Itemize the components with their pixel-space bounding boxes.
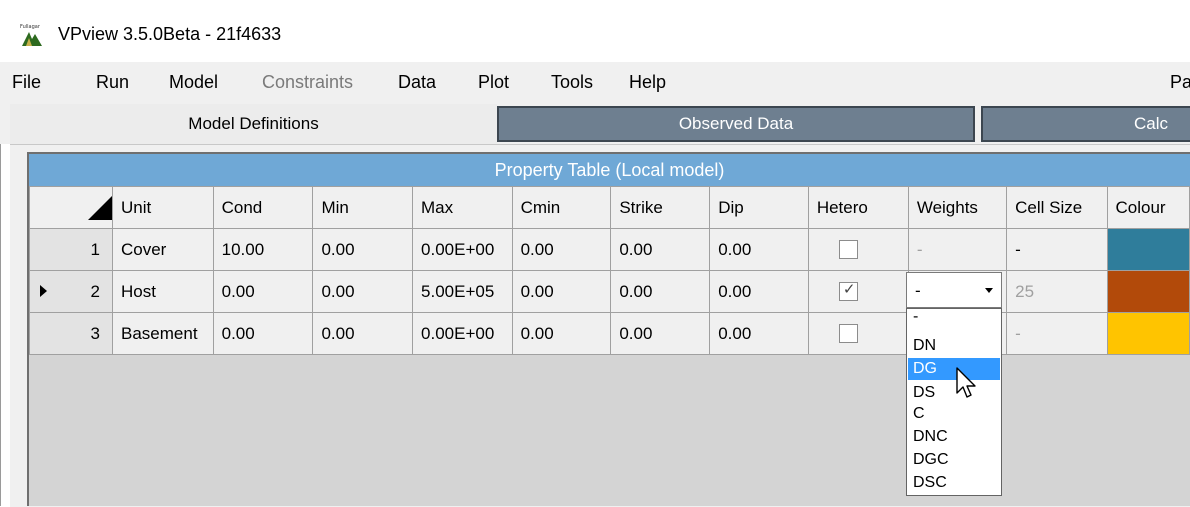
col-header-min[interactable]: Min — [312, 186, 414, 229]
cell-colour[interactable] — [1106, 228, 1190, 271]
chevron-down-icon[interactable] — [985, 288, 993, 293]
cell-cond[interactable]: 0.00 — [212, 270, 314, 313]
hetero-checkbox[interactable] — [838, 240, 858, 259]
cell-weights[interactable]: - — [907, 228, 1008, 271]
header-row: Unit Cond Min Max Cmin Strike Dip Hetero… — [29, 186, 1190, 229]
cell-cond[interactable]: 10.00 — [212, 228, 314, 271]
table-row: 1 Cover 10.00 0.00 0.00E+00 0.00 0.00 0.… — [29, 228, 1190, 271]
col-header-max[interactable]: Max — [412, 186, 513, 229]
col-header-dip[interactable]: Dip — [709, 186, 809, 229]
menu-file[interactable]: File — [12, 72, 41, 93]
cell-colour[interactable] — [1106, 270, 1190, 313]
window-title: VPview 3.5.0Beta - 21f4633 — [58, 24, 282, 44]
cell-unit[interactable]: Host — [112, 270, 214, 313]
dropdown-option[interactable]: DNC — [908, 426, 1000, 448]
dropdown-option[interactable]: DN — [908, 335, 1000, 357]
cell-strike[interactable]: 0.00 — [610, 270, 711, 313]
weights-dropdown-list[interactable]: - DN DG DS C DNC DGC DSC — [906, 308, 1002, 496]
dropdown-option[interactable]: - — [908, 309, 1000, 325]
cell-strike[interactable]: 0.00 — [610, 228, 711, 271]
dropdown-option[interactable]: DSC — [908, 472, 1000, 494]
title-bar: Fullagar VPview 3.5.0Beta - 21f4633 — [0, 0, 1190, 62]
menu-bar: File Run Model Constraints Data Plot Too… — [0, 62, 1190, 104]
cell-dip[interactable]: 0.00 — [709, 270, 809, 313]
cell-max[interactable]: 0.00E+00 — [412, 228, 513, 271]
menu-plot[interactable]: Plot — [478, 72, 509, 93]
col-header-hetero[interactable]: Hetero — [807, 186, 909, 229]
cell-cmin[interactable]: 0.00 — [511, 228, 612, 271]
tab-model-definitions[interactable]: Model Definitions — [10, 104, 497, 144]
tab-calc[interactable]: Calc — [981, 106, 1190, 142]
menu-data[interactable]: Data — [398, 72, 436, 93]
checkmark-icon: ✓ — [842, 281, 856, 298]
col-header-colour[interactable]: Colour — [1106, 186, 1190, 229]
colour-swatch[interactable] — [1108, 271, 1189, 312]
mouse-pointer-icon — [956, 367, 976, 398]
svg-text:Fullagar: Fullagar — [20, 24, 41, 30]
select-all-icon — [88, 195, 112, 220]
app-logo-icon: Fullagar — [20, 24, 42, 46]
cell-strike[interactable]: 0.00 — [610, 312, 711, 355]
col-header-strike[interactable]: Strike — [610, 186, 711, 229]
cell-dip[interactable]: 0.00 — [709, 228, 809, 271]
row-header[interactable]: 2 — [29, 270, 113, 313]
weights-combobox[interactable]: - — [906, 272, 1002, 308]
col-header-cell-size[interactable]: Cell Size — [1006, 186, 1108, 229]
menu-constraints[interactable]: Constraints — [262, 72, 353, 93]
table-row: 2 Host 0.00 0.00 5.00E+05 0.00 0.00 0.00… — [29, 270, 1190, 313]
menu-run[interactable]: Run — [96, 72, 129, 93]
dropdown-option[interactable]: DGC — [908, 449, 1000, 471]
col-header-weights[interactable]: Weights — [907, 186, 1008, 229]
colour-swatch[interactable] — [1108, 229, 1189, 270]
current-row-icon — [40, 285, 47, 297]
weights-combobox-value: - — [915, 281, 921, 300]
row-header[interactable]: 1 — [29, 228, 113, 271]
cell-max[interactable]: 5.00E+05 — [412, 270, 513, 313]
cell-dip[interactable]: 0.00 — [709, 312, 809, 355]
cell-cond[interactable]: 0.00 — [212, 312, 314, 355]
hetero-checkbox[interactable]: ✓ — [838, 281, 858, 301]
dropdown-option[interactable]: C — [908, 403, 1000, 425]
row-number: 2 — [90, 281, 100, 301]
col-header-cmin[interactable]: Cmin — [511, 186, 612, 229]
cell-cell-size[interactable]: - — [1006, 228, 1108, 271]
col-header-unit[interactable]: Unit — [112, 186, 214, 229]
cell-min[interactable]: 0.00 — [312, 270, 414, 313]
menu-pa[interactable]: Pa — [1170, 72, 1190, 93]
property-table: Unit Cond Min Max Cmin Strike Dip Hetero… — [29, 186, 1190, 355]
menu-tools[interactable]: Tools — [551, 72, 593, 93]
cell-cell-size[interactable]: - — [1006, 312, 1108, 355]
cell-min[interactable]: 0.00 — [312, 228, 414, 271]
cell-cmin[interactable]: 0.00 — [511, 270, 612, 313]
hetero-checkbox[interactable] — [838, 324, 858, 343]
dropdown-option-selected[interactable]: DG — [908, 358, 1000, 380]
cell-cell-size[interactable]: 25 — [1006, 270, 1108, 313]
dropdown-option[interactable]: DS — [908, 382, 1000, 404]
cell-hetero[interactable] — [807, 228, 909, 271]
colour-swatch[interactable] — [1108, 313, 1189, 354]
select-all-corner[interactable] — [29, 186, 113, 229]
cell-min[interactable]: 0.00 — [312, 312, 414, 355]
cell-hetero[interactable] — [807, 312, 909, 355]
cell-unit[interactable]: Cover — [112, 228, 214, 271]
col-header-cond[interactable]: Cond — [212, 186, 314, 229]
cell-unit[interactable]: Basement — [112, 312, 214, 355]
menu-model[interactable]: Model — [169, 72, 218, 93]
tab-observed-data[interactable]: Observed Data — [497, 106, 975, 142]
row-header[interactable]: 3 — [29, 312, 113, 355]
cell-max[interactable]: 0.00E+00 — [412, 312, 513, 355]
cell-colour[interactable] — [1106, 312, 1190, 355]
menu-help[interactable]: Help — [629, 72, 666, 93]
cell-hetero[interactable]: ✓ — [807, 270, 909, 313]
table-caption: Property Table (Local model) — [29, 154, 1190, 186]
cell-cmin[interactable]: 0.00 — [511, 312, 612, 355]
table-row: 3 Basement 0.00 0.00 0.00E+00 0.00 0.00 … — [29, 312, 1190, 355]
